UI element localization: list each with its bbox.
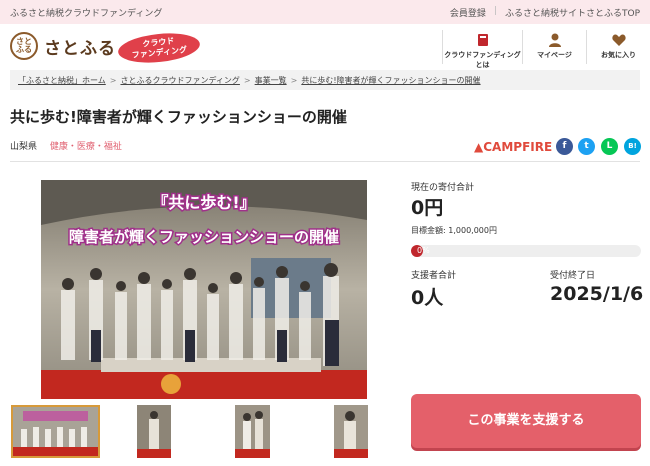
logo-link[interactable]: さと ふる さとふる: [10, 32, 116, 60]
nav-mypage-label: マイページ: [537, 51, 572, 59]
breadcrumb-projects[interactable]: 事業一覧: [255, 76, 287, 85]
nav-mypage[interactable]: マイページ: [522, 30, 586, 64]
breadcrumb: 「ふるさと納税」ホーム > さとふるクラウドファンディング > 事業一覧 > 共に歩む!障害…: [10, 70, 640, 90]
breadcrumb-current[interactable]: 共に歩む!障害者が輝くファッションショーの開催: [301, 76, 480, 85]
thumbnail-2[interactable]: [137, 405, 171, 458]
register-link[interactable]: 会員登録: [450, 6, 486, 19]
breadcrumb-home[interactable]: 「ふるさと納税」ホーム: [18, 76, 106, 85]
thumbnail-image: [13, 407, 98, 456]
page-title: 共に歩む!障害者が輝くファッションショーの開催: [10, 108, 347, 126]
project-main-image: 『共に歩む!』 障害者が輝くファッションショーの開催: [41, 180, 367, 399]
goal-value: 1,000,000円: [448, 226, 497, 235]
category-link[interactable]: 健康・医療・福祉: [50, 142, 122, 152]
goal-amount: 目標金額: 1,000,000円: [411, 226, 497, 235]
hatena-icon[interactable]: B!: [624, 138, 641, 155]
top-bar: ふるさと納税クラウドファンディング 会員登録 | ふるさと納税サイトさとふるTO…: [0, 0, 650, 24]
heart-icon: [611, 34, 626, 46]
banner-line-2: 障害者が輝くファッションショーの開催: [69, 228, 339, 246]
top-separator: |: [493, 6, 497, 16]
flame-icon: ▲: [474, 140, 484, 154]
nav-favorites-label: お気に入り: [601, 51, 636, 59]
prefecture-label: 山梨県: [10, 142, 38, 152]
facebook-icon[interactable]: f: [556, 138, 573, 155]
thumbnail-image: [235, 405, 270, 458]
logo-mark-icon: さと ふる: [10, 32, 38, 60]
end-date-label: 受付終了日: [550, 271, 596, 281]
nav-about-label: クラウドファンディングとは: [444, 51, 521, 69]
supporters-value: 0人: [411, 287, 444, 309]
progress-percent: 0%: [417, 246, 430, 255]
crowdfunding-badge[interactable]: クラウド ファンディング: [116, 29, 202, 67]
campfire-logo: ▲CAMPFIRE: [474, 140, 552, 154]
line-icon[interactable]: L: [601, 138, 618, 155]
campfire-text: CAMPFIRE: [483, 140, 553, 154]
satofull-top-link[interactable]: ふるさと納税サイトさとふるTOP: [505, 6, 640, 19]
divider: [10, 161, 640, 162]
thumbnail-image: [137, 405, 171, 458]
breadcrumb-crowdfunding[interactable]: さとふるクラウドファンディング: [120, 76, 239, 85]
thumbnail-3[interactable]: [235, 405, 270, 458]
goal-label: 目標金額: [411, 226, 443, 235]
progress-bar: 0%: [411, 245, 641, 257]
header: さと ふる さとふる クラウド ファンディング クラウドファンディングとは マイ…: [0, 24, 650, 70]
logo-text: さとふる: [44, 38, 116, 59]
header-nav: クラウドファンディングとは マイページ お気に入り: [442, 30, 650, 69]
nav-about[interactable]: クラウドファンディングとは: [442, 30, 522, 69]
user-icon: [548, 33, 561, 47]
banner-line-1: 『共に歩む!』: [152, 193, 255, 212]
twitter-icon[interactable]: t: [578, 138, 595, 155]
nav-favorites[interactable]: お気に入り: [586, 30, 650, 64]
top-links: 会員登録 | ふるさと納税サイトさとふるTOP: [450, 6, 640, 19]
project-meta: 山梨県 健康・医療・福祉: [10, 139, 122, 152]
fashion-show-photo: 『共に歩む!』 障害者が輝くファッションショーの開催: [41, 180, 367, 399]
thumbnail-image: [334, 405, 368, 458]
end-date-value: 2025/1/6: [550, 283, 644, 305]
current-amount-label: 現在の寄付合計: [411, 183, 475, 193]
support-project-button[interactable]: この事業を支援する: [411, 394, 641, 448]
book-icon: [477, 34, 488, 46]
current-amount-value: 0円: [411, 197, 444, 219]
thumbnail-1[interactable]: [11, 405, 100, 458]
site-name: ふるさと納税クラウドファンディング: [10, 9, 163, 19]
thumbnail-4[interactable]: [334, 405, 368, 458]
supporters-label: 支援者合計: [411, 271, 457, 281]
